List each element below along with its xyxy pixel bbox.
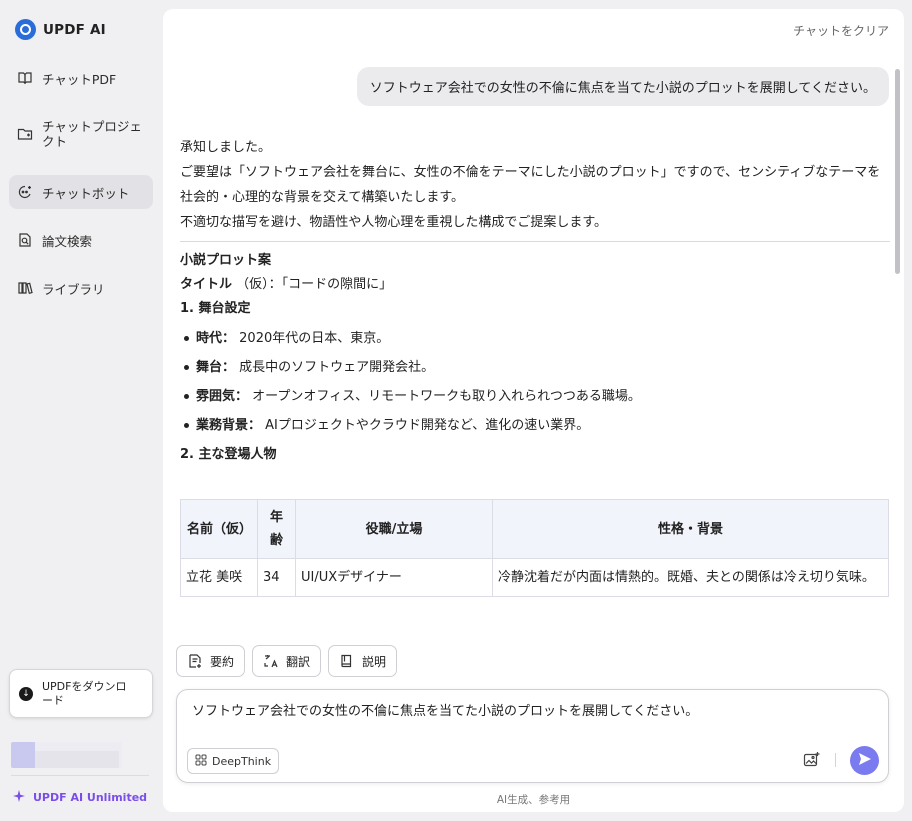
list-item-label: 舞台：: [196, 360, 236, 375]
explain-button[interactable]: 説明: [328, 645, 398, 677]
paper-search-icon: [17, 232, 33, 248]
translate-button[interactable]: 翻訳: [252, 645, 322, 677]
download-updf-button[interactable]: ↓ UPDFをダウンロード: [9, 669, 153, 718]
title-label: タイトル: [180, 277, 233, 292]
sidebar-item-label: ライブラリ: [42, 281, 105, 297]
table-header-cell: 性格・背景: [492, 499, 889, 559]
deepthink-toggle[interactable]: DeepThink: [187, 748, 280, 774]
sidebar-item-label: チャットPDF: [42, 71, 117, 87]
title-line: タイトル （仮）：「コードの隙間に」: [180, 273, 890, 297]
list-item-label: 時代：: [196, 331, 236, 346]
image-upload-icon[interactable]: [803, 751, 821, 769]
sidebar-divider: [11, 775, 149, 776]
sidebar: UPDF AI チャットPDF チャットプロジェクト チャットボット 論文検索 …: [0, 0, 162, 821]
list-item-label: 雰囲気：: [196, 389, 249, 404]
answer-line: ご要望は「ソフトウェア会社を舞台に、女性の不倫をテーマにした小説のプロット」です…: [180, 165, 881, 205]
brand-logo[interactable]: UPDF AI: [15, 19, 106, 40]
folder-icon: [17, 126, 33, 142]
table-cell: 冷静沈着だが内面は情熱的。既婚、夫との関係は冷え切り気味。: [492, 558, 889, 597]
table-cell: 34: [257, 558, 296, 597]
section-heading-setting: 1. 舞台設定: [180, 301, 251, 316]
download-label: UPDFをダウンロード: [42, 679, 127, 707]
answer-divider: [180, 241, 890, 242]
list-item: 業務背景： AIプロジェクトやクラウド開発など、進化の速い業界。: [180, 411, 890, 440]
title-value: （仮）：「コードの隙間に」: [236, 277, 393, 292]
send-icon: [858, 752, 872, 770]
table-cell: UI/UXデザイナー: [295, 558, 493, 597]
sparkle-icon: [13, 790, 25, 805]
sidebar-item-label: チャットボット: [42, 185, 130, 201]
setting-list: 時代： 2020年代の日本、東京。 舞台： 成長中のソフトウェア開発会社。 雰囲…: [180, 324, 890, 440]
sidebar-item-chat-project[interactable]: チャットプロジェクト: [9, 115, 153, 153]
sidebar-item-chatbot[interactable]: チャットボット: [9, 175, 153, 209]
updf-logo-icon: [15, 19, 36, 40]
assistant-answer: 承知しました。 ご要望は「ソフトウェア会社を舞台に、女性の不倫をテーマにした小説…: [180, 135, 890, 467]
answer-line: 不適切な描写を避け、物語性や人物心理を重視した構成でご提案します。: [180, 215, 608, 230]
chat-panel: チャットをクリア ソフトウェア会社での女性の不倫に焦点を当てた小説のプロットを展…: [163, 9, 904, 812]
book-icon: [17, 70, 33, 86]
chat-scrollbar[interactable]: [895, 69, 900, 274]
send-button[interactable]: [850, 746, 879, 775]
deepthink-label: DeepThink: [212, 754, 272, 768]
list-item: 舞台： 成長中のソフトウェア開発会社。: [180, 353, 890, 382]
user-message-bubble: ソフトウェア会社での女性の不倫に焦点を当てた小説のプロットを展開してください。: [356, 67, 889, 106]
list-item-label: 業務背景：: [196, 418, 262, 433]
sidebar-item-library[interactable]: ライブラリ: [9, 274, 153, 302]
summarize-icon: [187, 653, 203, 669]
list-item-value: オープンオフィス、リモートワークも取り入れられつつある職場。: [252, 389, 641, 404]
sidebar-item-label: 論文検索: [42, 233, 93, 249]
characters-table: 名前（仮） 年齢 役職/立場 性格・背景 立花 美咲 34 UI/UXデザイナー…: [180, 499, 889, 597]
ai-disclaimer: AI生成、参考用: [496, 794, 571, 806]
sidebar-item-paper-search[interactable]: 論文検索: [9, 226, 153, 254]
table-cell: 立花 美咲: [180, 558, 258, 597]
list-item-value: 2020年代の日本、東京。: [239, 331, 390, 346]
table-row: 立花 美咲 34 UI/UXデザイナー 冷静沈着だが内面は情熱的。既婚、夫との関…: [180, 558, 889, 597]
list-item-value: 成長中のソフトウェア開発会社。: [239, 360, 435, 375]
list-item: 雰囲気： オープンオフィス、リモートワークも取り入れられつつある職場。: [180, 382, 890, 411]
explain-label: 説明: [362, 654, 387, 669]
section-heading-characters: 2. 主な登場人物: [180, 447, 277, 462]
clear-chat-button[interactable]: チャットをクリア: [793, 22, 889, 39]
summarize-button[interactable]: 要約: [176, 645, 246, 677]
summarize-label: 要約: [210, 654, 235, 669]
translate-icon: [263, 653, 279, 669]
unlimited-link[interactable]: UPDF AI Unlimited: [13, 790, 147, 805]
explain-book-icon: [339, 653, 355, 669]
translate-label: 翻訳: [286, 654, 311, 669]
table-header-cell: 役職/立場: [295, 499, 493, 559]
user-account-placeholder[interactable]: [11, 742, 122, 768]
bot-icon: [17, 184, 33, 200]
deepthink-icon: [195, 754, 207, 769]
table-header-cell: 名前（仮）: [180, 499, 258, 559]
download-icon: ↓: [19, 686, 33, 701]
chat-input[interactable]: [192, 702, 872, 717]
sidebar-item-chat-pdf[interactable]: チャットPDF: [9, 64, 153, 92]
answer-line: 承知しました。: [180, 140, 272, 155]
sidebar-item-label: チャットプロジェクト: [42, 119, 142, 149]
unlimited-label: UPDF AI Unlimited: [33, 791, 148, 804]
table-header-row: 名前（仮） 年齢 役職/立場 性格・背景: [180, 499, 889, 559]
composer-separator: [835, 753, 836, 767]
plot-heading: 小説プロット案: [180, 253, 272, 268]
list-item: 時代： 2020年代の日本、東京。: [180, 324, 890, 353]
brand-name: UPDF AI: [43, 21, 106, 38]
list-item-value: AIプロジェクトやクラウド開発など、進化の速い業界。: [265, 418, 590, 433]
table-header-cell: 年齢: [257, 499, 296, 559]
chat-input-box: DeepThink: [176, 689, 889, 783]
library-icon: [17, 280, 33, 296]
composer-area: 要約 翻訳 説明 DeepThink: [163, 630, 904, 812]
